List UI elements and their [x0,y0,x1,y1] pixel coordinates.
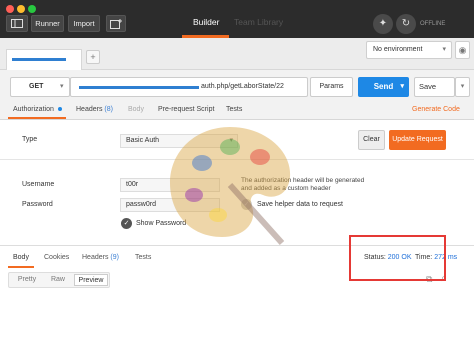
password-label: Password [22,201,53,208]
type-label: Type [22,136,38,143]
method-label: GET [29,83,44,90]
tab-tests[interactable]: Tests [226,106,242,113]
authorization-panel: Type Basic Auth ▾ Clear Update Request U… [0,120,474,245]
response-headers-label: Headers [82,254,109,261]
username-label: Username [22,181,55,188]
redacted-tab-title [12,58,66,61]
save-label: Save [419,82,437,91]
import-button[interactable]: Import [68,15,100,32]
request-bar: GET ▾ auth.php/getLaborState/22 Params S… [0,70,474,102]
environment-select[interactable]: No environment ▾ [366,41,452,59]
preview-button[interactable]: Preview [74,274,108,286]
active-dot-icon [57,107,62,112]
request-tab-row: + No environment ▾ ◉ [0,38,474,70]
url-input[interactable]: auth.php/getLaborState/22 [70,77,308,97]
show-password-checkbox[interactable]: ✓ [121,218,132,229]
environment-label: No environment [373,46,423,53]
new-window-icon [110,19,122,29]
tab-authorization-label: Authorization [13,106,54,113]
top-toolbar: Runner Import Builder Team Library ✦ ↻ O… [0,0,474,38]
password-input[interactable]: passw0rd [120,198,220,212]
url-text: auth.php/getLaborState/22 [201,83,284,90]
response-headers-count: (9) [110,254,119,261]
show-password-label: Show Password [136,220,187,227]
runner-button[interactable]: Runner [31,15,64,32]
generate-code-link[interactable]: Generate Code [412,106,460,113]
quick-look-eye-icon[interactable]: ◉ [455,41,470,59]
update-request-button[interactable]: Update Request [389,130,446,150]
sidebar-toggle-button[interactable] [6,15,28,32]
redacted-url [79,86,199,89]
tab-headers[interactable]: Headers (8) [76,106,113,113]
params-button[interactable]: Params [310,77,353,97]
offline-status: OFFLINE [420,21,446,27]
save-helper-checkbox[interactable]: ✓ [241,199,252,210]
status-highlight-box [349,235,446,281]
username-input[interactable]: t00r [120,178,220,192]
save-helper-label: Save helper data to request [257,201,344,208]
tab-authorization[interactable]: Authorization [13,106,62,113]
maximize-window-icon[interactable] [28,5,36,13]
send-label: Send [373,82,394,91]
pretty-button[interactable]: Pretty [12,274,42,286]
save-options-chevron-icon[interactable]: ▾ [455,77,470,97]
tab-response-headers[interactable]: Headers (9) [82,254,119,261]
send-button[interactable]: Send ▾ [358,77,409,97]
add-tab-button[interactable]: + [86,50,100,64]
request-tab[interactable] [6,49,82,70]
close-window-icon[interactable] [6,5,14,13]
raw-button[interactable]: Raw [46,274,70,286]
minimize-window-icon[interactable] [17,5,25,13]
auth-type-value: Basic Auth [126,137,160,144]
sidebar-icon [11,19,23,28]
interceptor-icon[interactable]: ✦ [373,14,393,34]
tab-builder[interactable]: Builder [193,17,219,27]
tab-response-tests[interactable]: Tests [135,254,151,261]
chevron-down-icon: ▾ [229,137,233,144]
body-tab-indicator [8,266,34,268]
auth-type-select[interactable]: Basic Auth ▾ [120,134,238,148]
method-select[interactable]: GET ▾ [10,77,70,97]
tab-team-library[interactable]: Team Library [234,17,283,27]
new-window-button[interactable] [106,15,126,32]
tab-response-body[interactable]: Body [13,254,29,261]
tab-cookies[interactable]: Cookies [44,254,69,261]
tab-body[interactable]: Body [128,106,144,113]
auth-info-text: The authorization header will be generat… [241,177,365,192]
save-button[interactable]: Save [414,77,455,97]
headers-count: (8) [104,106,113,113]
sync-icon[interactable]: ↻ [396,14,416,34]
authorization-tab-indicator [8,117,66,119]
tab-headers-label: Headers [76,106,103,113]
chevron-down-icon: ▾ [400,83,404,90]
tab-prerequest-script[interactable]: Pre-request Script [158,106,214,113]
chevron-down-icon: ▾ [442,46,446,53]
chevron-down-icon: ▾ [60,83,64,90]
request-subtabs: Authorization Headers (8) Body Pre-reque… [0,102,474,120]
clear-button[interactable]: Clear [358,130,385,150]
